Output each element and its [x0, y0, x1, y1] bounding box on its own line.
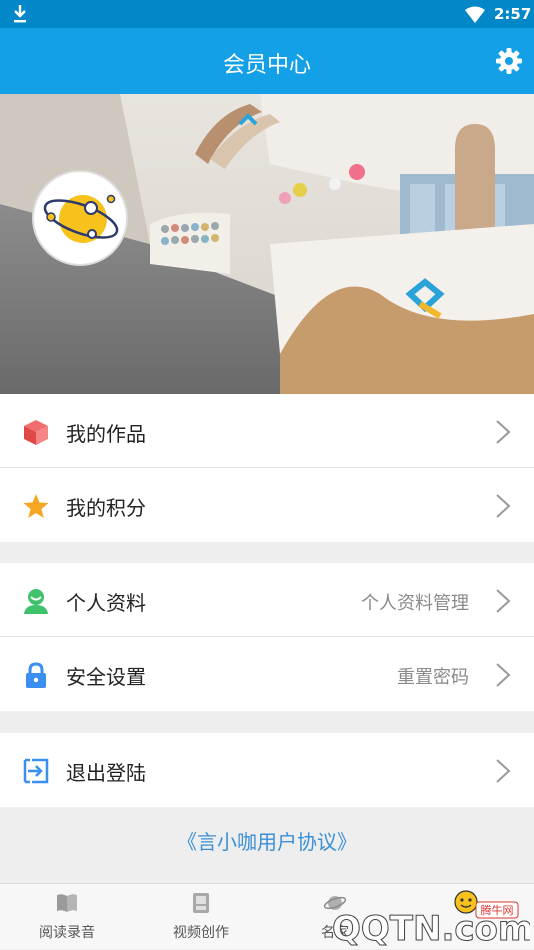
planet-logo-icon	[43, 194, 119, 243]
menu-item-detail: 重置密码	[397, 667, 469, 688]
status-time: 2:57	[494, 5, 532, 23]
tab-reading-recording[interactable]: 阅读录音	[0, 884, 134, 950]
menu-group-works: 我的作品 我的积分	[0, 394, 534, 542]
chevron-right-icon	[496, 420, 511, 444]
lock-icon	[26, 662, 46, 688]
menu-item-label: 安全设置	[66, 665, 146, 689]
menu-item-security[interactable]: 安全设置 重置密码	[0, 637, 534, 711]
menu-item-label: 我的积分	[66, 496, 146, 520]
avatar[interactable]	[32, 170, 128, 266]
menu-group-account: 个人资料 个人资料管理 安全设置 重置密码	[0, 563, 534, 711]
chevron-right-icon	[496, 759, 511, 783]
menu-item-my-works[interactable]: 我的作品	[0, 394, 534, 468]
chevron-right-icon	[496, 494, 511, 518]
svg-text:QQTN.com: QQTN.com	[332, 909, 530, 946]
page-title: 会员中心	[222, 53, 311, 78]
cube-icon	[24, 420, 48, 445]
tab-label: 阅读录音	[39, 925, 95, 941]
menu-item-profile[interactable]: 个人资料 个人资料管理	[0, 563, 534, 637]
download-icon	[14, 5, 26, 23]
status-bar: 2:57	[0, 0, 534, 28]
chevron-right-icon	[496, 663, 511, 687]
book-icon	[57, 894, 77, 912]
logout-icon	[23, 758, 49, 784]
video-icon	[193, 893, 209, 913]
user-agreement-link[interactable]: 《言小咖用户协议》	[0, 826, 534, 855]
app-bar: 会员中心	[0, 28, 534, 94]
tab-label: 视频创作	[173, 925, 229, 941]
gear-icon[interactable]	[494, 46, 524, 76]
chevron-right-icon	[496, 589, 511, 613]
wifi-icon	[465, 6, 485, 23]
menu-group-logout: 退出登陆	[0, 733, 534, 807]
menu-item-label: 我的作品	[66, 422, 146, 446]
watermark-logo: 腾牛网 QQTN.com	[332, 890, 530, 946]
user-icon	[24, 589, 48, 614]
star-icon	[23, 494, 49, 518]
menu-item-label: 个人资料	[66, 591, 146, 615]
menu-item-label: 退出登陆	[66, 761, 146, 785]
menu-item-my-points[interactable]: 我的积分	[0, 468, 534, 542]
menu-item-logout[interactable]: 退出登陆	[0, 733, 534, 807]
menu-item-detail: 个人资料管理	[361, 593, 469, 614]
tab-video-creation[interactable]: 视频创作	[134, 884, 268, 950]
